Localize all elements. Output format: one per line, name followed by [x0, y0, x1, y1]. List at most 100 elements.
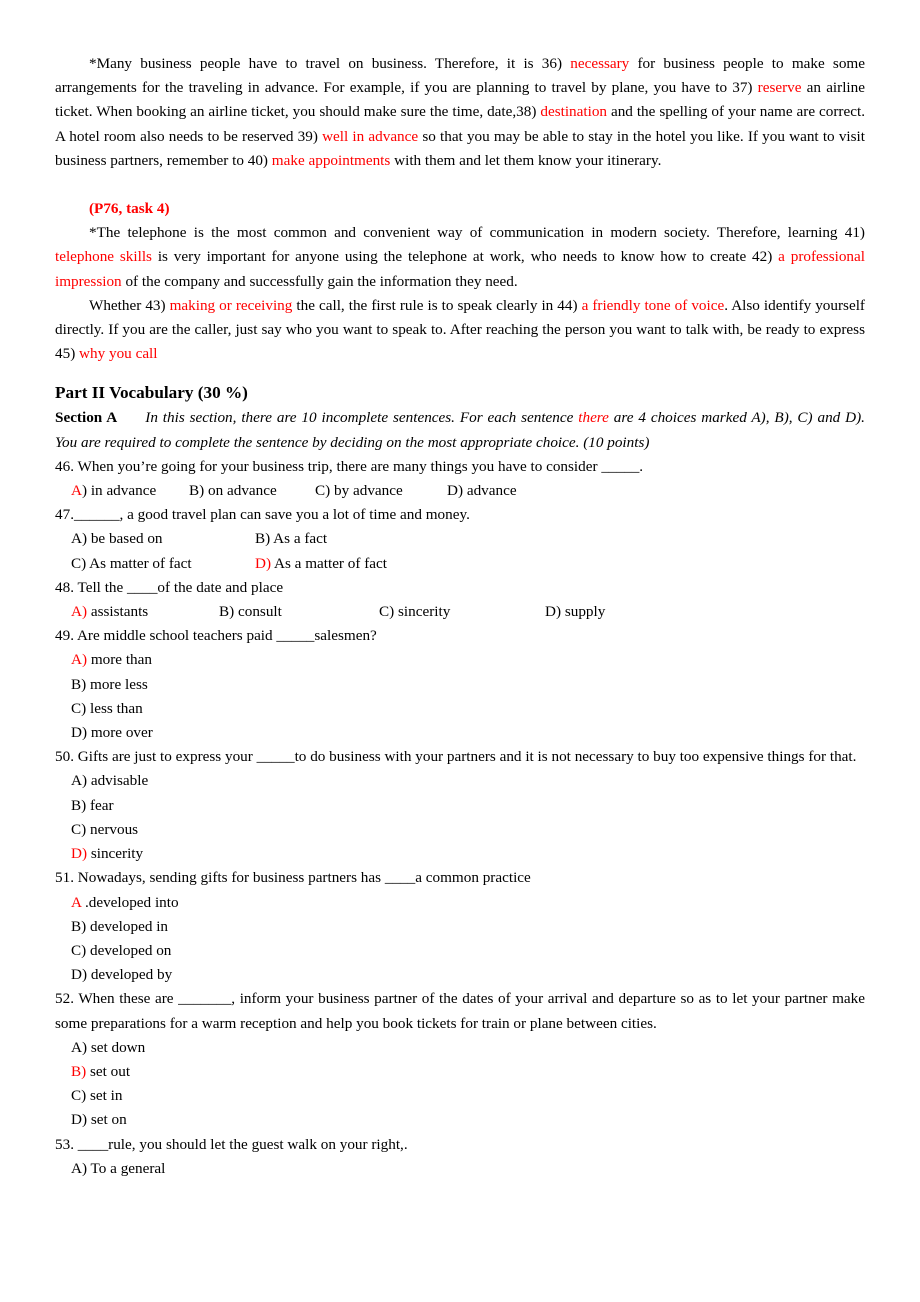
- option-b[interactable]: B) on advance: [189, 482, 277, 499]
- body-text-run: with them and let them know your itinera…: [390, 151, 662, 169]
- option-b[interactable]: B) more less: [71, 676, 148, 693]
- option-label: in advance: [87, 482, 157, 500]
- option-marker: D: [545, 603, 556, 621]
- option-marker: A: [71, 530, 82, 548]
- option-label: supply: [561, 603, 606, 621]
- option-c[interactable]: C) developed on: [71, 942, 171, 959]
- option-marker: C: [71, 941, 82, 959]
- option-marker: A: [71, 772, 82, 790]
- cloze-paragraph-one: *Many business people have to travel on …: [55, 52, 865, 173]
- option-b[interactable]: B) consult: [219, 603, 282, 620]
- option-a[interactable]: A .developed into: [71, 894, 179, 911]
- option-marker: C: [71, 1087, 82, 1105]
- option-row: A) be based on B) As a fact: [55, 527, 865, 551]
- option-row: C) As matter of fact D) As a matter of fa…: [55, 552, 865, 576]
- option-cell: B) consult: [219, 600, 379, 624]
- answer-text-run: reserve: [757, 79, 802, 97]
- option-marker: A: [71, 482, 82, 500]
- option-row: A) assistants B) consult C) sincerity D) su…: [55, 600, 865, 624]
- option-marker: A: [71, 603, 82, 621]
- option-label: on advance: [204, 482, 277, 500]
- option-marker: C: [315, 482, 326, 500]
- option-b[interactable]: B) developed in: [71, 918, 168, 935]
- option-label: fear: [86, 796, 114, 814]
- option-cell: C) sincerity: [379, 600, 545, 624]
- option-a[interactable]: A) assistants: [71, 603, 148, 620]
- option-c[interactable]: C) by advance: [315, 482, 403, 499]
- option-a[interactable]: A) advisable: [71, 772, 148, 789]
- option-c[interactable]: C) As matter of fact: [71, 555, 192, 572]
- option-label: As a matter of fact: [271, 554, 387, 572]
- option-cell: D) supply: [545, 600, 605, 624]
- option-row: C) set in: [55, 1084, 865, 1108]
- question-stem: 51. Nowadays, sending gifts for business…: [55, 869, 531, 887]
- question-stem: 52. When these are _______, inform your …: [55, 990, 865, 1032]
- option-label: sincerity: [87, 845, 144, 863]
- option-label: consult: [234, 603, 282, 621]
- option-cell: A) assistants: [71, 600, 219, 624]
- option-a[interactable]: A) To a general: [71, 1160, 165, 1177]
- option-a[interactable]: A) set down: [71, 1039, 145, 1056]
- option-d[interactable]: D) set on: [71, 1111, 127, 1128]
- option-cell: C) by advance: [315, 479, 447, 503]
- option-b[interactable]: B) As a fact: [255, 530, 327, 547]
- option-d[interactable]: D) advance: [447, 482, 517, 499]
- option-label: .developed into: [81, 893, 179, 911]
- option-label: set on: [87, 1111, 127, 1129]
- option-marker: D: [71, 845, 82, 863]
- option-d[interactable]: D) supply: [545, 603, 605, 620]
- option-label: more than: [87, 651, 152, 669]
- option-c[interactable]: C) set in: [71, 1087, 122, 1104]
- option-a[interactable]: A) in advance: [71, 482, 156, 499]
- option-c[interactable]: C) less than: [71, 700, 143, 717]
- option-row: A) To a general: [55, 1157, 865, 1181]
- option-c[interactable]: C) nervous: [71, 821, 138, 838]
- part-two-heading: Part II Vocabulary (30 %): [55, 383, 248, 403]
- option-label: assistants: [87, 603, 149, 621]
- option-cell: A) be based on: [71, 527, 255, 551]
- option-row: A) advisable: [55, 769, 865, 793]
- option-cell: B) As a fact: [255, 527, 327, 551]
- body-text-run: Whether 43): [89, 296, 170, 314]
- option-a[interactable]: A) more than: [71, 651, 152, 668]
- option-marker: B: [71, 1062, 82, 1080]
- option-row: A) in advance B) on advance C) by advance D…: [55, 479, 865, 503]
- answer-text-run: necessary: [570, 55, 630, 72]
- answer-text-run: make appointments: [271, 151, 391, 169]
- option-d[interactable]: D) sincerity: [71, 845, 143, 862]
- option-label: set down: [87, 1038, 146, 1056]
- option-row: D) set on: [55, 1108, 865, 1132]
- option-a[interactable]: A) be based on: [71, 530, 163, 547]
- answer-text-run: well in advance: [322, 127, 419, 145]
- option-marker: B: [219, 603, 230, 621]
- option-d[interactable]: D) developed by: [71, 966, 172, 983]
- option-row: D) developed by: [55, 963, 865, 987]
- option-marker: A: [71, 1159, 82, 1177]
- option-marker: B: [71, 796, 82, 814]
- document-page: *Many business people have to travel on …: [0, 0, 920, 1302]
- option-b[interactable]: B) set out: [71, 1063, 130, 1080]
- option-label: developed by: [87, 966, 173, 984]
- section-a-instruction: Section A In this section, there are 10 i…: [55, 406, 865, 454]
- body-text-run: *Many business people have to travel on …: [89, 55, 571, 72]
- option-d[interactable]: D) As a matter of fact: [255, 555, 387, 572]
- option-row: C) less than: [55, 697, 865, 721]
- option-label: advisable: [87, 772, 149, 790]
- question-list: 46. When you’re going for your business …: [55, 455, 865, 1181]
- option-marker: C: [71, 699, 82, 717]
- cloze-paragraph-two: *The telephone is the most common and co…: [55, 221, 865, 294]
- option-label: As matter of fact: [86, 554, 192, 572]
- option-b[interactable]: B) fear: [71, 797, 114, 814]
- option-marker: A: [71, 651, 82, 669]
- option-marker: D: [71, 1111, 82, 1129]
- option-row: B) more less: [55, 673, 865, 697]
- body-text-run: the call, the first rule is to speak cle…: [292, 296, 582, 314]
- option-d[interactable]: D) more over: [71, 724, 153, 741]
- option-row: A .developed into: [55, 891, 865, 915]
- option-row: B) developed in: [55, 915, 865, 939]
- option-marker: D: [255, 554, 266, 572]
- question-stem: 47.______, a good travel plan can save y…: [55, 506, 470, 524]
- option-c[interactable]: C) sincerity: [379, 603, 450, 620]
- option-label: developed in: [86, 917, 169, 935]
- section-a-instruction-text: In this section, there are 10 incomplete…: [55, 409, 865, 450]
